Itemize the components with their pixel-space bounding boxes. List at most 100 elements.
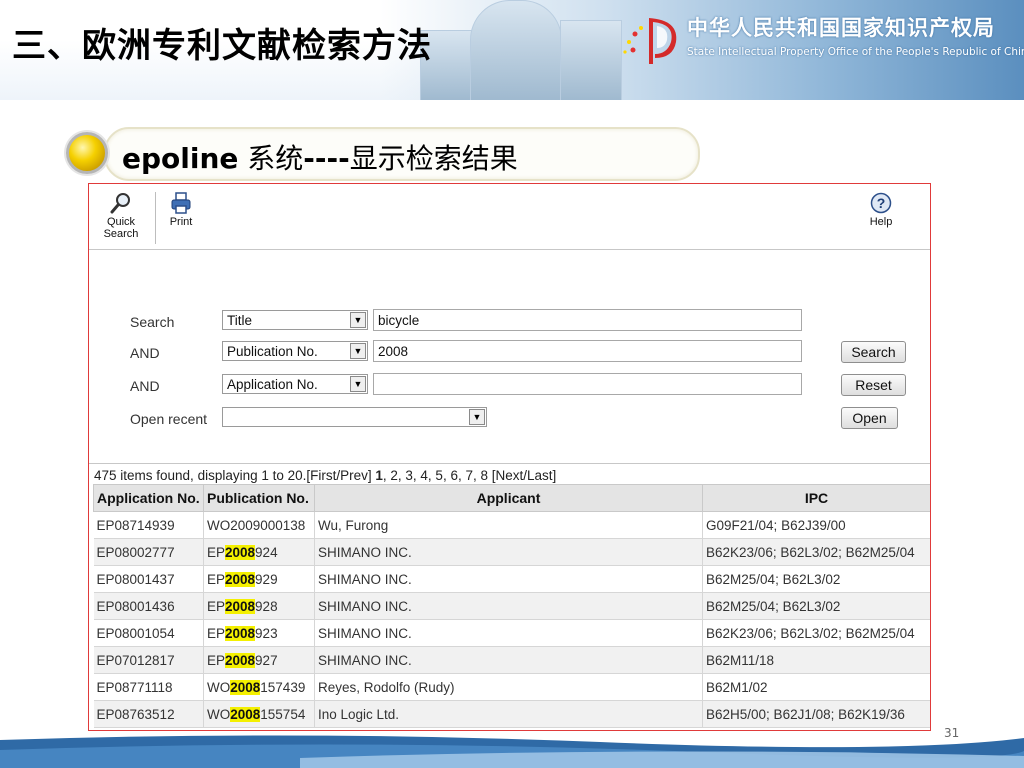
application-no-cell[interactable]: EP08001054: [93, 619, 204, 647]
dropdown-arrow-icon[interactable]: ▼: [350, 312, 366, 328]
table-row[interactable]: EP08771118 WO2008157439 Reyes, Rodolfo (Ru…: [93, 673, 930, 701]
ipc-cell: B62M11/18: [702, 646, 930, 674]
applicant-cell: SHIMANO INC.: [314, 619, 704, 647]
row-operator-label: Search: [130, 314, 175, 330]
page-number: 31: [944, 726, 960, 740]
application-no-cell[interactable]: EP08001437: [93, 565, 204, 593]
pagination-links[interactable]: , 2, 3, 4, 5, 6, 7, 8 [Next/Last]: [383, 468, 556, 483]
table-row[interactable]: EP08001437 EP2008929 SHIMANO INC. B62M25/04…: [93, 565, 930, 593]
column-header-ipc[interactable]: IPC: [702, 484, 930, 512]
quick-search-button[interactable]: Quick Search: [101, 192, 141, 240]
printer-icon: [171, 192, 191, 214]
column-header-publication-no[interactable]: Publication No.: [202, 484, 315, 512]
table-row[interactable]: EP08002777 EP2008924 SHIMANO INC. B62K23/06…: [93, 538, 930, 566]
results-summary: 475 items found, displaying 1 to 20.[Fir…: [94, 468, 557, 483]
application-no-cell[interactable]: EP07012817: [93, 646, 204, 674]
slide-title: 三、欧洲专利文献检索方法: [12, 26, 432, 66]
subtitle-system-word: 系统: [238, 142, 304, 175]
results-table: Application No. Publication No. Applican…: [93, 484, 930, 728]
open-button[interactable]: Open: [841, 407, 898, 429]
subtitle-dashes: ----: [303, 142, 350, 175]
publication-no-cell[interactable]: EP2008924: [203, 538, 315, 566]
open-recent-select[interactable]: ▼: [222, 407, 487, 427]
publication-no-cell[interactable]: EP2008927: [203, 646, 315, 674]
search-term-input-1[interactable]: bicycle: [373, 309, 802, 331]
dropdown-arrow-icon[interactable]: ▼: [350, 376, 366, 392]
column-header-application-no[interactable]: Application No.: [93, 484, 204, 512]
row-operator-label: AND: [130, 345, 160, 361]
ipc-cell: G09F21/04; B62J39/00: [702, 511, 930, 539]
footer-wave: [0, 735, 1024, 768]
search-term-highlight: 2008: [230, 706, 261, 722]
sipo-logo: 中华人民共和国国家知识产权局 State Intellectual Proper…: [615, 10, 1024, 70]
sipo-emblem-icon: [623, 18, 677, 64]
current-page-number: 1: [375, 468, 383, 483]
search-term-highlight: 2008: [225, 625, 256, 641]
search-term-highlight: 2008: [225, 598, 256, 614]
ipc-cell: B62M1/02: [702, 673, 930, 701]
search-term-highlight: 2008: [225, 652, 256, 668]
search-term-input-3[interactable]: [373, 373, 802, 395]
application-no-cell[interactable]: EP08714939: [93, 511, 204, 539]
epoline-screenshot: Quick Search Print ? Help Search Title ▼: [88, 183, 931, 731]
applicant-cell: Reyes, Rodolfo (Rudy): [314, 673, 704, 701]
table-header-row: Application No. Publication No. Applican…: [93, 484, 930, 512]
subtitle-topic: 显示检索结果: [349, 142, 518, 175]
print-label: Print: [169, 216, 193, 228]
magnifier-icon: [110, 193, 130, 214]
publication-no-cell[interactable]: WO2008157439: [203, 673, 315, 701]
toolbar-divider: [155, 192, 156, 244]
publication-no-cell[interactable]: EP2008923: [203, 619, 315, 647]
field-select-3[interactable]: Application No. ▼: [222, 374, 368, 394]
dropdown-arrow-icon[interactable]: ▼: [469, 409, 485, 425]
search-term-highlight: 2008: [230, 679, 261, 695]
ipc-cell: B62K23/06; B62L3/02; B62M25/04: [702, 538, 930, 566]
applicant-cell: SHIMANO INC.: [314, 646, 704, 674]
publication-no-cell[interactable]: WO2009000138: [203, 511, 315, 539]
subtitle-banner: epoline 系统----显示检索结果: [104, 127, 700, 181]
search-term-input-2[interactable]: 2008: [373, 340, 802, 362]
row-operator-label: AND: [130, 378, 160, 394]
application-no-cell[interactable]: EP08771118: [93, 673, 204, 701]
ipc-cell: B62H5/00; B62J1/08; B62K19/36: [702, 700, 930, 728]
applicant-cell: SHIMANO INC.: [314, 565, 704, 593]
application-no-cell[interactable]: EP08763512: [93, 700, 204, 728]
svg-text:?: ?: [877, 195, 886, 211]
logo-english-name: State Intellectual Property Office of th…: [687, 46, 1024, 58]
applicant-cell: SHIMANO INC.: [314, 592, 704, 620]
applicant-cell: Wu, Furong: [314, 511, 704, 539]
ipc-cell: B62M25/04; B62L3/02: [702, 592, 930, 620]
print-button[interactable]: Print: [165, 192, 197, 228]
results-body: EP08714939 WO2009000138 Wu, Furong G09F21/0…: [93, 511, 930, 728]
bullet-icon: [66, 132, 108, 174]
help-label: Help: [869, 216, 893, 228]
search-button[interactable]: Search: [841, 341, 906, 363]
slide-header: 三、欧洲专利文献检索方法 中华人民共和国国家知识产权局 State Intell…: [0, 0, 1024, 100]
help-button[interactable]: ? Help: [865, 192, 897, 228]
application-no-cell[interactable]: EP08002777: [93, 538, 204, 566]
logo-chinese-name: 中华人民共和国国家知识产权局: [687, 16, 995, 40]
search-row-1: Search Title ▼ bicycle: [89, 309, 930, 334]
open-recent-row: Open recent ▼ Open: [89, 407, 930, 431]
table-row[interactable]: EP08001054 EP2008923 SHIMANO INC. B62K23/06…: [93, 619, 930, 647]
publication-no-cell[interactable]: EP2008928: [203, 592, 315, 620]
application-no-cell[interactable]: EP08001436: [93, 592, 204, 620]
search-term-highlight: 2008: [225, 571, 256, 587]
table-row[interactable]: EP08714939 WO2009000138 Wu, Furong G09F21/0…: [93, 511, 930, 539]
applicant-cell: SHIMANO INC.: [314, 538, 704, 566]
table-row[interactable]: EP08763512 WO2008155754 Ino Logic Ltd. B62H…: [93, 700, 930, 728]
field-select-1[interactable]: Title ▼: [222, 310, 368, 330]
column-header-applicant[interactable]: Applicant: [313, 484, 704, 512]
ipc-cell: B62K23/06; B62L3/02; B62M25/04: [702, 619, 930, 647]
reset-button[interactable]: Reset: [841, 374, 906, 396]
table-row[interactable]: EP08001436 EP2008928 SHIMANO INC. B62M25/04…: [93, 592, 930, 620]
table-row[interactable]: EP07012817 EP2008927 SHIMANO INC. B62M11/18: [93, 646, 930, 674]
subtitle-system-name: epoline: [122, 142, 239, 175]
search-row-3: AND Application No. ▼ Reset: [89, 373, 930, 398]
quick-search-label-1: Quick: [106, 216, 136, 228]
field-select-2[interactable]: Publication No. ▼: [222, 341, 368, 361]
dropdown-arrow-icon[interactable]: ▼: [350, 343, 366, 359]
publication-no-cell[interactable]: WO2008155754: [203, 700, 315, 728]
publication-no-cell[interactable]: EP2008929: [203, 565, 315, 593]
results-summary-bar: 475 items found, displaying 1 to 20.[Fir…: [89, 463, 930, 483]
